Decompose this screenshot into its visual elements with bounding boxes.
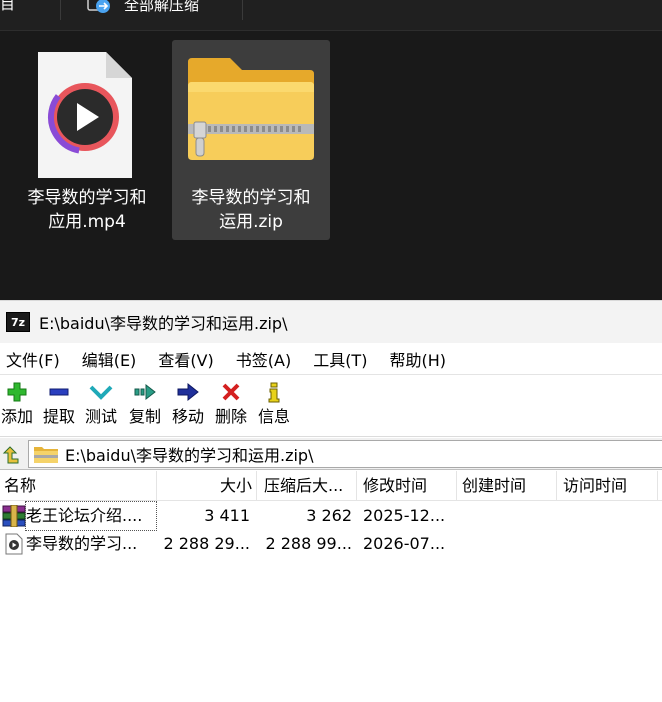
test-label: 测试 [84, 407, 117, 426]
menu-bookmarks[interactable]: 书签(A) [236, 347, 291, 371]
table-row[interactable]: 李导数的学习... 2 288 29... 2 288 99... 2026-0… [0, 530, 662, 558]
extract-all-button[interactable]: 全部解压缩 [86, 0, 199, 14]
add-label: 添加 [0, 407, 33, 426]
row-modified: 2025-12... [363, 506, 446, 525]
video-file-icon [5, 533, 23, 555]
row-size: 2 288 29... [163, 534, 250, 553]
test-icon [89, 385, 113, 400]
add-button[interactable]: 添加 [0, 379, 38, 433]
toolbar-separator [60, 0, 61, 20]
address-field[interactable]: E:\baidu\李导数的学习和运用.zip\ [28, 440, 662, 468]
column-divider[interactable] [556, 471, 557, 501]
copy-label: 复制 [128, 407, 161, 426]
column-divider[interactable] [456, 471, 457, 501]
toolbar-separator [242, 0, 243, 20]
zip-folder-icon [172, 52, 330, 178]
folder-icon [34, 447, 58, 463]
menu-bar: 文件(F) 编辑(E) 查看(V) 书签(A) 工具(T) 帮助(H) [0, 343, 662, 375]
extract-button[interactable]: 提取 [38, 379, 80, 433]
extract-all-icon [87, 0, 110, 13]
column-accessed[interactable]: 访问时间 [563, 471, 657, 501]
row-size: 3 411 [204, 506, 250, 525]
menu-file[interactable]: 文件(F) [6, 347, 60, 371]
7zip-window: 7z E:\baidu\李导数的学习和运用.zip\ 文件(F) 编辑(E) 查… [0, 300, 662, 702]
delete-button[interactable]: 删除 [210, 379, 252, 433]
info-icon [268, 382, 280, 403]
info-label: 信息 [257, 407, 290, 426]
toolbar: 添加 提取 测试 复制 移动 删除 信息 [0, 375, 662, 437]
row-name: 李导数的学习... [26, 534, 138, 553]
extract-icon [49, 388, 69, 396]
address-text: E:\baidu\李导数的学习和运用.zip\ [65, 446, 314, 465]
file-tile-zip[interactable]: 李导数的学习和 运用.zip [172, 40, 330, 240]
copy-icon [134, 383, 156, 401]
file-list: 名称 大小 压缩后大... 修改时间 创建时间 访问时间 老王论坛介绍.... … [0, 471, 662, 702]
column-modified[interactable]: 修改时间 [363, 471, 453, 501]
column-created[interactable]: 创建时间 [462, 471, 552, 501]
copy-button[interactable]: 复制 [124, 379, 166, 433]
move-button[interactable]: 移动 [167, 379, 209, 433]
test-button[interactable]: 测试 [80, 379, 122, 433]
menu-tools[interactable]: 工具(T) [313, 347, 367, 371]
info-button[interactable]: 信息 [253, 379, 295, 433]
column-size[interactable]: 大小 [160, 471, 252, 501]
extract-label: 提取 [42, 407, 75, 426]
screen: 目 全部解压缩 李导数的学习和 应用.mp4 李导数的学习和 运用.zip 7z… [0, 0, 662, 702]
column-name[interactable]: 名称 [4, 471, 154, 501]
add-icon [7, 382, 27, 402]
up-folder-button[interactable] [0, 443, 20, 465]
title-bar[interactable]: 7z E:\baidu\李导数的学习和运用.zip\ [0, 301, 662, 343]
file-label: 李导数的学习和 应用.mp4 [27, 188, 147, 232]
menu-view[interactable]: 查看(V) [158, 347, 213, 371]
table-row[interactable]: 老王论坛介绍.... 3 411 3 262 2025-12... [0, 501, 662, 531]
file-tile-mp4[interactable]: 李导数的学习和 应用.mp4 [8, 40, 166, 240]
column-divider[interactable] [356, 471, 357, 501]
delete-label: 删除 [214, 407, 247, 426]
delete-icon [222, 383, 240, 401]
list-header: 名称 大小 压缩后大... 修改时间 创建时间 访问时间 [0, 471, 662, 501]
explorer-toolbar: 目 全部解压缩 [0, 0, 662, 31]
move-label: 移动 [171, 407, 204, 426]
file-label: 李导数的学习和 运用.zip [191, 188, 311, 232]
menu-help[interactable]: 帮助(H) [389, 347, 446, 371]
column-divider[interactable] [657, 471, 658, 501]
row-modified: 2026-07... [363, 534, 446, 553]
menu-edit[interactable]: 编辑(E) [82, 347, 137, 371]
video-file-icon [8, 52, 166, 178]
up-arrow-icon [2, 446, 19, 464]
column-packed-size[interactable]: 压缩后大... [264, 471, 354, 501]
extract-all-label: 全部解压缩 [124, 0, 200, 14]
row-name: 老王论坛介绍.... [25, 501, 157, 531]
move-icon [177, 382, 199, 402]
row-packed-size: 3 262 [306, 506, 352, 525]
7zip-app-icon: 7z [6, 312, 30, 332]
column-divider[interactable] [256, 471, 257, 501]
window-title: E:\baidu\李导数的学习和运用.zip\ [39, 314, 288, 333]
column-divider[interactable] [156, 471, 157, 501]
toolbar-fragment-text: 目 [0, 0, 16, 13]
row-packed-size: 2 288 99... [265, 534, 352, 553]
rar-archive-icon [2, 505, 26, 527]
address-bar: E:\baidu\李导数的学习和运用.zip\ [0, 438, 662, 470]
file-explorer: 目 全部解压缩 李导数的学习和 应用.mp4 李导数的学习和 运用.zip [0, 0, 662, 300]
